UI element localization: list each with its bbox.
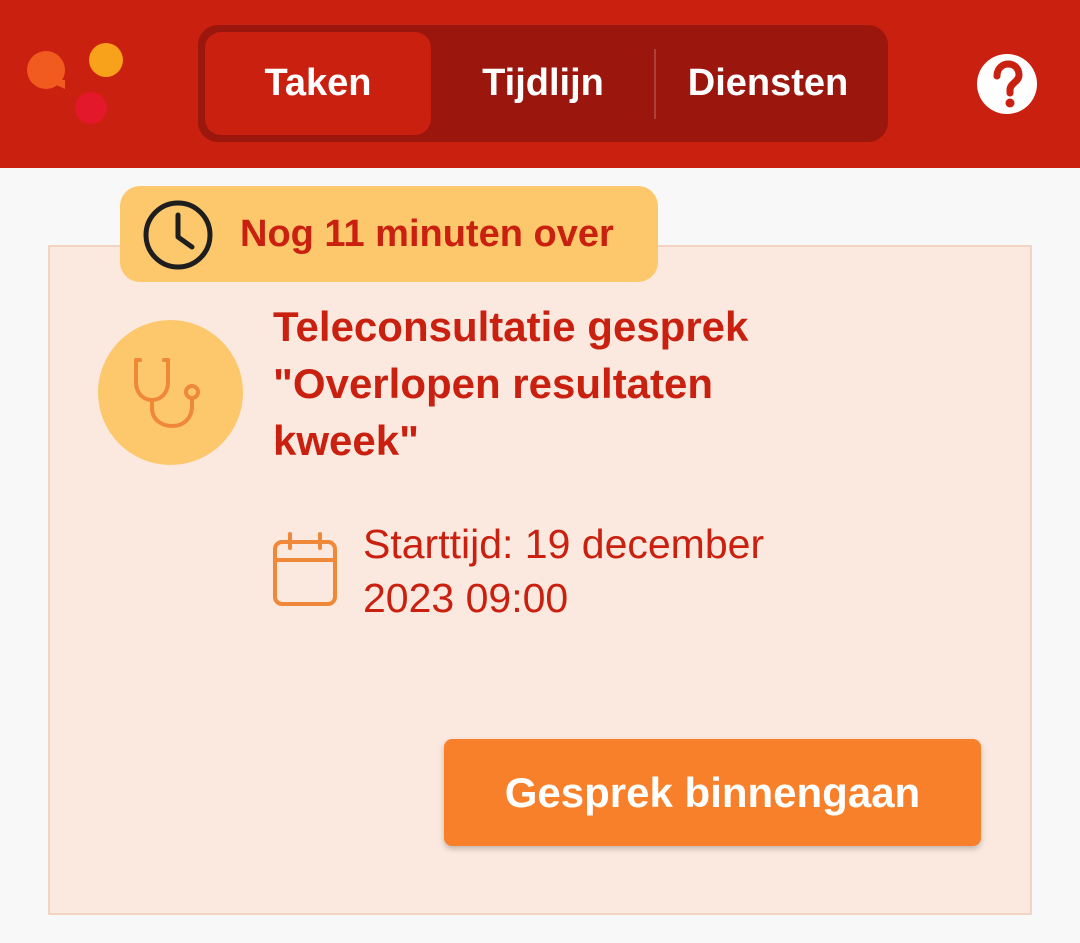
stethoscope-icon [134,358,200,429]
clock-icon [143,200,213,270]
app-header: Taken Tijdlijn Diensten [0,0,1080,168]
start-time-text: Starttijd: 19 december 2023 09:00 [363,521,765,621]
tab-label: Taken [264,62,372,104]
task-title: Teleconsultatie gesprek "Overlopen resul… [273,303,749,464]
tab-diensten[interactable]: Diensten [658,32,878,135]
app-logo-icon [27,43,123,124]
tab-taken[interactable]: Taken [205,32,431,135]
calendar-icon [273,532,337,606]
join-call-button-label: Gesprek binnengaan [504,768,921,816]
tab-divider [654,49,656,119]
join-call-button[interactable]: Gesprek binnengaan [444,739,981,846]
main-tab-bar: Taken Tijdlijn Diensten [198,25,888,142]
time-remaining-text: Nog 11 minuten over [240,212,614,255]
tab-tijdlijn[interactable]: Tijdlijn [438,32,648,135]
tab-label: Diensten [687,62,849,104]
tab-label: Tijdlijn [482,62,604,104]
task-type-avatar [98,320,243,465]
time-remaining-badge: Nog 11 minuten over [120,186,658,282]
help-icon[interactable] [976,53,1038,115]
